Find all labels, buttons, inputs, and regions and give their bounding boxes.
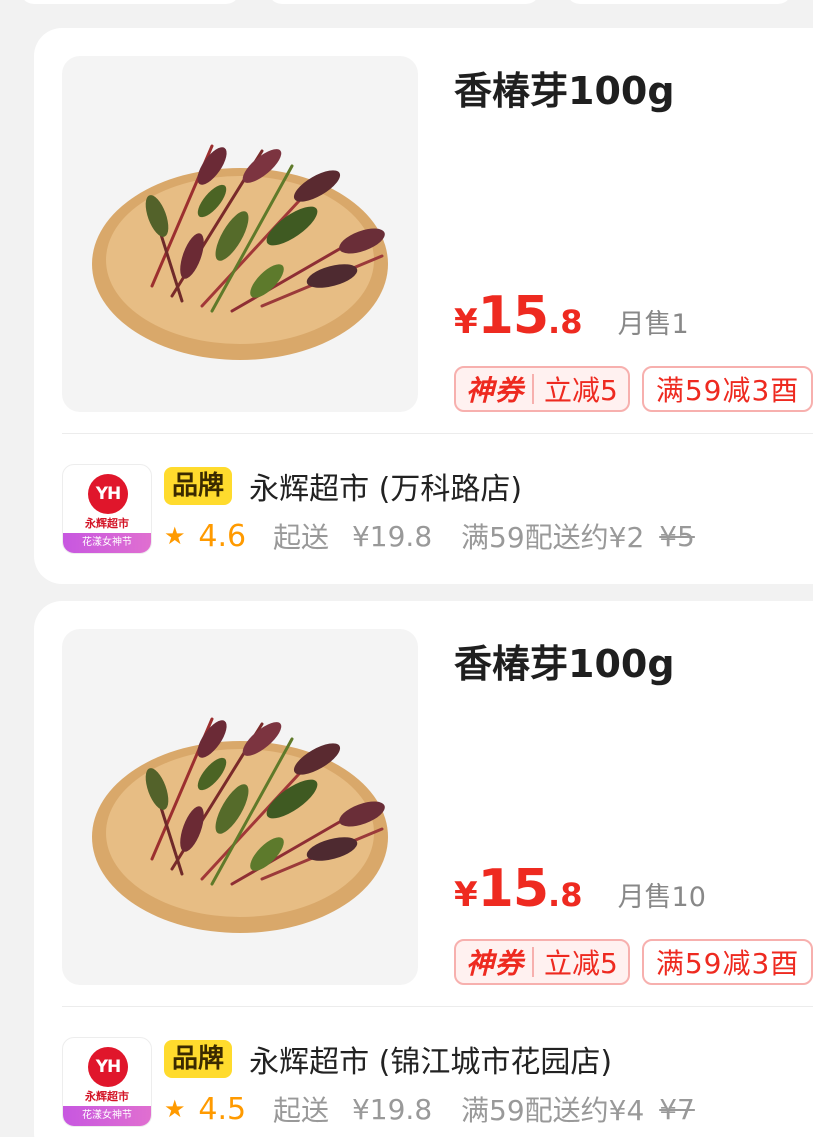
store-header[interactable]: 品牌 永辉超市 (万科路店) — [164, 464, 522, 507]
divider — [62, 433, 813, 434]
brand-badge: 品牌 — [164, 467, 233, 505]
coupon-label: 神券 — [466, 947, 525, 980]
coupon-discount: 立减5 — [544, 947, 618, 980]
min-order-label: 起送 — [273, 1094, 330, 1127]
delivery-original-fee: ¥5 — [659, 519, 695, 553]
delivery-fee: 满59配送约¥4 — [461, 1094, 645, 1127]
coupon-discount: 立减5 — [544, 374, 618, 407]
previous-card-stubs — [0, 0, 813, 4]
star-icon: ★ — [164, 1095, 186, 1123]
store-info: ★ 4.6 起送 ¥19.8 满59配送约¥2 ¥5 — [164, 516, 695, 556]
stub-tab — [268, 0, 540, 4]
store-rating: 4.6 — [198, 518, 247, 554]
logo-mark: YH — [88, 1047, 128, 1087]
price-integer: 15 — [477, 286, 549, 346]
star-icon: ★ — [164, 522, 186, 550]
product-image[interactable] — [62, 56, 418, 412]
delivery-original-fee: ¥7 — [659, 1092, 695, 1126]
store-header[interactable]: 品牌 永辉超市 (锦江城市花园店) — [164, 1037, 612, 1080]
product-title[interactable]: 香椿芽100g — [454, 633, 675, 688]
coupon-tag[interactable]: 神券 立减5 — [454, 939, 630, 985]
delivery-fee: 满59配送约¥2 — [461, 521, 645, 554]
coupon-label: 神券 — [466, 374, 525, 407]
store-name[interactable]: 永辉超市 (锦江城市花园店) — [249, 1037, 612, 1081]
store-info: ★ 4.5 起送 ¥19.8 满59配送约¥4 ¥7 — [164, 1089, 695, 1129]
product-card[interactable]: 香椿芽100g ¥15.8 月售10 神券 立减5 满59减3酉 YH 永辉超市… — [34, 601, 813, 1137]
min-order-value: ¥19.8 — [351, 519, 433, 553]
stub-tab — [20, 0, 240, 4]
price-row: ¥15.8 月售10 — [454, 859, 706, 919]
price-row: ¥15.8 月售1 — [454, 286, 689, 346]
monthly-sales: 月售1 — [617, 309, 689, 340]
promo-tags: 神券 立减5 满59减3酉 — [454, 366, 813, 412]
stub-tab — [566, 0, 792, 4]
min-order-value: ¥19.8 — [351, 1092, 433, 1126]
logo-band: 花漾女神节 — [63, 533, 151, 553]
price-decimal: .8 — [548, 876, 583, 914]
toon-sprouts-image — [92, 717, 388, 933]
toon-sprouts-image — [92, 144, 388, 360]
min-order-label: 起送 — [273, 521, 330, 554]
logo-band: 花漾女神节 — [63, 1106, 151, 1126]
logo-name: 永辉超市 — [85, 517, 129, 530]
full-reduction-tag[interactable]: 满59减3酉 — [641, 939, 813, 985]
logo-name: 永辉超市 — [85, 1090, 129, 1103]
full-reduction-tag[interactable]: 满59减3酉 — [641, 366, 813, 412]
product-title[interactable]: 香椿芽100g — [454, 60, 675, 115]
product-card[interactable]: 香椿芽100g ¥15.8 月售1 神券 立减5 满59减3酉 YH 永辉超市 … — [34, 28, 813, 584]
brand-badge: 品牌 — [164, 1040, 233, 1078]
price-currency: ¥ — [454, 875, 478, 915]
price-currency: ¥ — [454, 302, 478, 342]
store-logo[interactable]: YH 永辉超市 花漾女神节 — [62, 464, 152, 554]
logo-mark: YH — [88, 474, 128, 514]
store-rating: 4.5 — [198, 1091, 247, 1127]
store-logo[interactable]: YH 永辉超市 花漾女神节 — [62, 1037, 152, 1127]
coupon-tag[interactable]: 神券 立减5 — [454, 366, 630, 412]
price-integer: 15 — [477, 859, 549, 919]
divider — [62, 1006, 813, 1007]
promo-tags: 神券 立减5 满59减3酉 — [454, 939, 813, 985]
store-name[interactable]: 永辉超市 (万科路店) — [249, 464, 522, 508]
price-decimal: .8 — [548, 303, 583, 341]
monthly-sales: 月售10 — [617, 882, 706, 913]
product-image[interactable] — [62, 629, 418, 985]
